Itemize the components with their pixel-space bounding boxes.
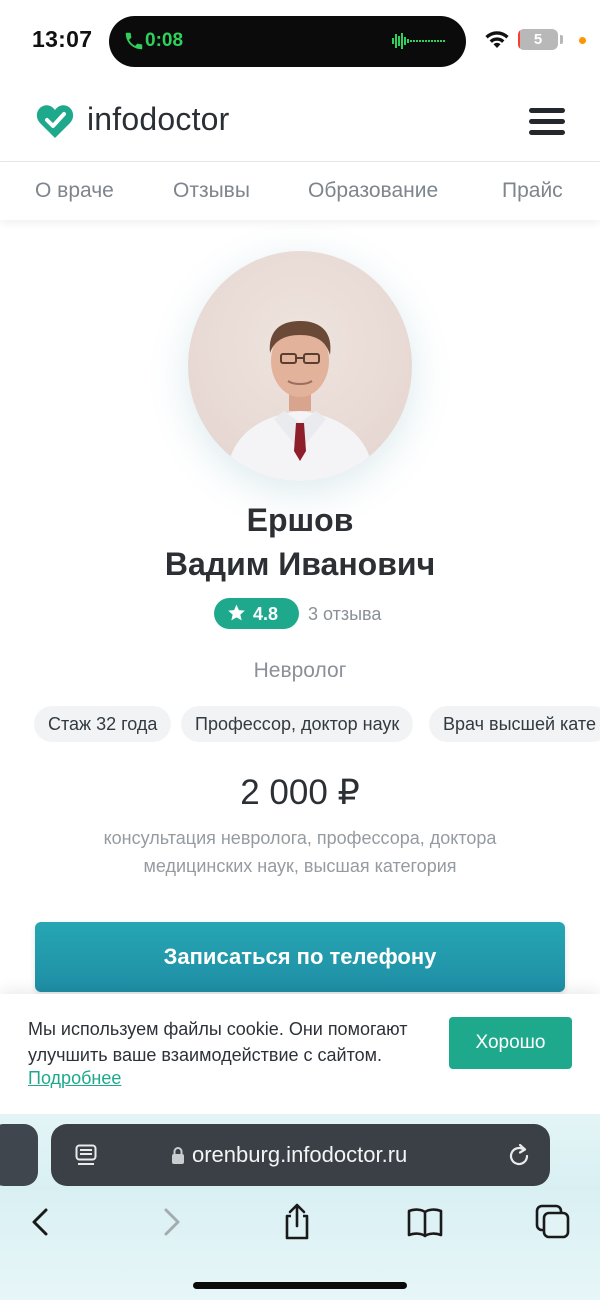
tabs-icon[interactable] [533,1202,573,1242]
voice-wave-icon [392,33,445,49]
call-to-book-button[interactable]: Записаться по телефону [35,922,565,992]
menu-line [529,119,565,124]
logo-text[interactable]: infodoctor [87,101,230,138]
address-bar[interactable]: orenburg.infodoctor.ru [51,1124,550,1186]
call-timer: 0:08 [145,30,184,51]
share-icon[interactable] [277,1202,317,1242]
consultation-price: 2 000 ₽ [240,773,360,812]
previous-tab-preview[interactable] [0,1124,38,1186]
cookie-text: Мы используем файлы cookie. Они помогают… [28,1019,408,1065]
reader-icon[interactable] [75,1144,97,1168]
mic-indicator-dot [579,37,586,44]
doctor-first-middle-name: Вадим Иванович [164,546,436,582]
doctor-attributes: Стаж 32 года Профессор, доктор наук Врач… [0,706,600,744]
url-text: orenburg.infodoctor.ru [192,1142,408,1167]
bookmarks-icon[interactable] [405,1202,445,1242]
tab-reviews[interactable]: Отзывы [173,179,250,203]
tab-price[interactable]: Прайс [502,179,563,203]
site-header: infodoctor [0,80,600,162]
menu-line [529,108,565,113]
battery-icon: 5 [518,29,558,50]
star-icon [228,604,245,621]
price-description: консультация невролога, профессора, докт… [103,828,497,876]
doctor-name: Ершов Вадим Иванович [0,498,600,586]
menu-line [529,130,565,135]
status-time: 13:07 [32,26,93,52]
phone-icon [125,32,143,50]
rating-value: 4.8 [253,604,279,624]
wifi-icon [485,31,509,48]
forward-icon[interactable] [150,1202,190,1242]
tab-about[interactable]: О враче [35,179,114,203]
chip-experience: Стаж 32 года [34,706,172,742]
battery-level: 5 [533,31,543,48]
battery-cap [560,35,563,44]
lock-icon [172,1147,184,1164]
heart-check-logo-icon[interactable] [36,103,74,139]
chip-degree: Профессор, доктор наук [181,706,414,742]
doctor-photo-illustration [188,251,412,481]
doctor-last-name: Ершов [246,502,354,538]
cookie-accept-button[interactable]: Хорошо [449,1017,572,1069]
dynamic-island-call[interactable]: 0:08 [109,16,466,67]
tab-education[interactable]: Образование [308,179,438,203]
browser-toolbar: orenburg.infodoctor.ru [0,1114,600,1300]
back-icon[interactable] [22,1202,62,1242]
cookie-banner: Мы используем файлы cookie. Они помогают… [0,994,600,1114]
status-bar: 13:07 0:08 5 [0,0,600,80]
reviews-count-link[interactable]: 3 отзыва [308,604,381,625]
section-tabs: О враче Отзывы Образование Прайс [0,162,600,220]
doctor-specialty: Невролог [253,659,347,682]
hamburger-menu-icon[interactable] [529,108,567,138]
home-indicator[interactable] [193,1282,407,1289]
reload-icon[interactable] [507,1142,531,1168]
rating-badge[interactable]: 4.8 [214,598,299,629]
chip-category: Врач высшей кате [429,706,600,742]
doctor-photo [188,251,412,481]
cookie-more-link[interactable]: Подробнее [28,1068,121,1089]
